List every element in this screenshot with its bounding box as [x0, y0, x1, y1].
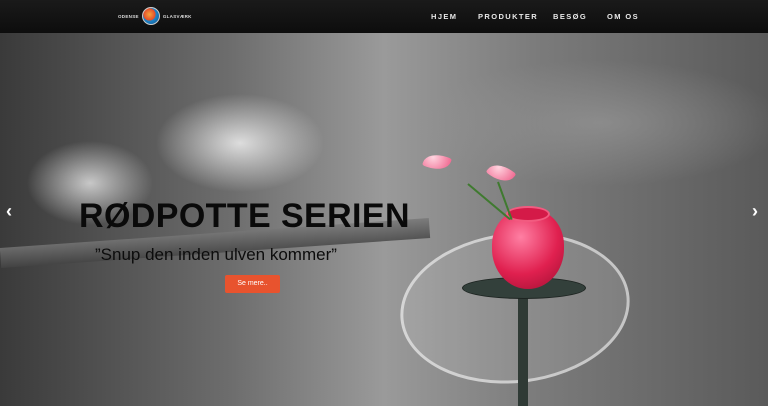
side-table-leg — [518, 295, 528, 406]
carousel-prev-arrow-icon[interactable]: ‹ — [6, 201, 12, 221]
calla-flower-image — [422, 150, 452, 174]
logo-emblem-icon — [141, 7, 160, 25]
logo-right-text: GLASVÆRK — [162, 13, 192, 19]
nav-item-produkter[interactable]: PRODUKTER — [478, 0, 538, 33]
brand-logo[interactable]: ODENSE GLASVÆRK — [118, 6, 192, 26]
hero-subtitle: ”Snup den inden ulven kommer” — [95, 245, 337, 264]
hero-carousel: ‹ › RØDPOTTE SERIEN ”Snup den inden ulve… — [0, 33, 768, 406]
logo-left-text: ODENSE — [118, 13, 139, 19]
nav-item-besog[interactable]: BESØG — [553, 0, 587, 33]
nav-item-om-os[interactable]: OM OS — [607, 0, 639, 33]
vase-neck — [506, 206, 550, 222]
hero-title: RØDPOTTE SERIEN — [79, 197, 410, 235]
nav-item-hjem[interactable]: HJEM — [431, 0, 457, 33]
carousel-next-arrow-icon[interactable]: › — [752, 201, 758, 221]
top-navbar: ODENSE GLASVÆRK HJEM PRODUKTER BESØG OM … — [0, 0, 768, 33]
see-more-button[interactable]: Se mere.. — [225, 275, 280, 293]
calla-flower-image — [485, 158, 517, 188]
